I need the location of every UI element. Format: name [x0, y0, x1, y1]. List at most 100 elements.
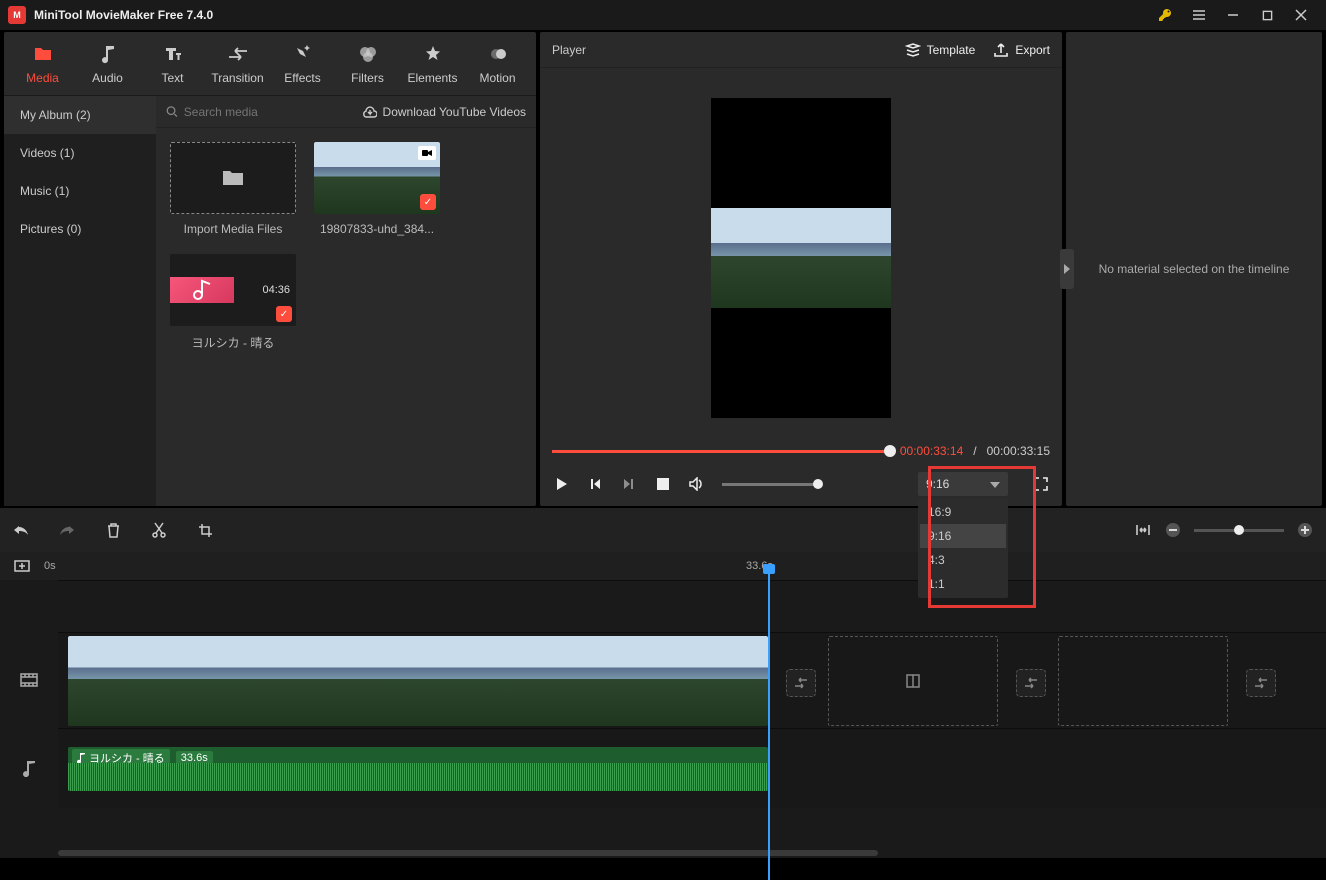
next-frame-button[interactable] — [620, 475, 638, 493]
seek-track[interactable] — [552, 450, 890, 453]
tab-text[interactable]: Text — [140, 43, 205, 85]
ratio-option-1-1[interactable]: 1:1 — [920, 572, 1006, 596]
transition-slot[interactable] — [1246, 669, 1276, 697]
filters-icon — [358, 43, 378, 65]
fullscreen-button[interactable] — [1032, 475, 1050, 493]
scrollbar-thumb[interactable] — [58, 850, 878, 856]
music-note-icon — [100, 43, 116, 65]
collapse-handle[interactable] — [1060, 249, 1074, 289]
player-controls: 9:16 16:9 9:16 4:3 1:1 — [540, 462, 1062, 506]
media-item-audio[interactable]: 04:36 ✓ ヨルシカ - 晴る — [170, 254, 296, 351]
aspect-ratio-box: 9:16 16:9 9:16 4:3 1:1 — [918, 472, 1008, 496]
media-thumb-video: ✓ — [314, 142, 440, 214]
sidebar-item-videos[interactable]: Videos (1) — [4, 134, 156, 172]
tab-label: Media — [26, 71, 59, 85]
sidebar-item-pictures[interactable]: Pictures (0) — [4, 210, 156, 248]
media-label: 19807833-uhd_384... — [314, 222, 440, 236]
properties-panel: No material selected on the timeline — [1066, 32, 1322, 506]
zoom-in-button[interactable] — [1296, 521, 1314, 539]
video-track-icon[interactable] — [0, 632, 58, 728]
tab-effects[interactable]: Effects — [270, 43, 335, 85]
close-button[interactable] — [1284, 0, 1318, 30]
download-youtube-link[interactable]: Download YouTube Videos — [363, 105, 526, 119]
import-media-tile[interactable]: Import Media Files — [170, 142, 296, 236]
play-button[interactable] — [552, 475, 570, 493]
seek-bar[interactable]: 00:00:33:14 / 00:00:33:15 — [540, 440, 1062, 462]
app-title: MiniTool MovieMaker Free 7.4.0 — [34, 8, 213, 22]
tab-elements[interactable]: Elements — [400, 43, 465, 85]
stop-button[interactable] — [654, 475, 672, 493]
menu-button[interactable] — [1182, 0, 1216, 30]
empty-clip-slot[interactable] — [828, 636, 998, 726]
overlay-track[interactable] — [58, 580, 1326, 632]
split-button[interactable] — [150, 521, 168, 539]
tracks-container: ヨルシカ - 晴る 33.6s — [0, 580, 1326, 850]
tab-audio[interactable]: Audio — [75, 43, 140, 85]
tab-label: Transition — [211, 71, 263, 85]
delete-button[interactable] — [104, 521, 122, 539]
volume-button[interactable] — [688, 475, 706, 493]
no-selection-message: No material selected on the timeline — [1099, 262, 1290, 276]
search-input[interactable] — [184, 105, 355, 119]
time-total: 00:00:33:15 — [987, 444, 1050, 458]
timeline-scrollbar[interactable] — [0, 850, 1326, 858]
tab-media[interactable]: Media — [10, 43, 75, 85]
gutter-spacer — [0, 580, 58, 632]
timeline-ruler[interactable]: 0s 33.6s — [0, 552, 1326, 580]
audio-art — [170, 277, 234, 303]
aspect-ratio-select[interactable]: 9:16 — [918, 472, 1008, 496]
template-button[interactable]: Template — [905, 42, 976, 58]
zoom-knob[interactable] — [1234, 525, 1244, 535]
ratio-option-9-16[interactable]: 9:16 — [920, 524, 1006, 548]
media-body: My Album (2) Videos (1) Music (1) Pictur… — [4, 96, 536, 506]
playhead[interactable] — [768, 566, 770, 880]
seek-knob[interactable] — [884, 445, 896, 457]
audio-clip[interactable]: ヨルシカ - 晴る 33.6s — [68, 747, 768, 791]
audio-track-icon[interactable] — [0, 728, 58, 808]
transition-slot[interactable] — [1016, 669, 1046, 697]
video-track[interactable] — [58, 632, 1326, 728]
video-clip[interactable] — [68, 636, 768, 726]
media-panel: Media Audio Text Transition Effects Filt… — [4, 32, 536, 506]
tab-transition[interactable]: Transition — [205, 43, 270, 85]
ruler-start: 0s — [44, 560, 56, 572]
maximize-button[interactable] — [1250, 0, 1284, 30]
media-item-video[interactable]: ✓ 19807833-uhd_384... — [314, 142, 440, 236]
add-track-icon[interactable] — [14, 558, 30, 574]
chevron-down-icon — [990, 477, 1000, 491]
search-box[interactable] — [166, 105, 355, 119]
transition-slot[interactable] — [786, 669, 816, 697]
tab-filters[interactable]: Filters — [335, 43, 400, 85]
volume-slider[interactable] — [722, 483, 818, 486]
folder-icon — [221, 168, 245, 188]
ratio-option-16-9[interactable]: 16:9 — [920, 500, 1006, 524]
template-icon — [905, 42, 921, 58]
fit-timeline-button[interactable] — [1134, 521, 1152, 539]
export-button[interactable]: Export — [993, 42, 1050, 58]
music-note-icon — [189, 277, 215, 303]
download-label: Download YouTube Videos — [383, 105, 526, 119]
volume-knob[interactable] — [813, 479, 823, 489]
timeline-toolbar — [0, 508, 1326, 552]
prev-frame-button[interactable] — [586, 475, 604, 493]
player-panel: Player Template Export 00:00:33:14 / 00:… — [540, 32, 1062, 506]
tab-motion[interactable]: Motion — [465, 43, 530, 85]
redo-button[interactable] — [58, 521, 76, 539]
player-preview[interactable] — [711, 98, 891, 418]
tab-label: Filters — [351, 71, 384, 85]
zoom-slider[interactable] — [1194, 529, 1284, 532]
audio-track[interactable]: ヨルシカ - 晴る 33.6s — [58, 728, 1326, 808]
sidebar-item-music[interactable]: Music (1) — [4, 172, 156, 210]
crop-button[interactable] — [196, 521, 214, 539]
license-key-button[interactable] — [1148, 0, 1182, 30]
tracks[interactable]: ヨルシカ - 晴る 33.6s — [58, 580, 1326, 850]
zoom-out-button[interactable] — [1164, 521, 1182, 539]
tab-label: Motion — [479, 71, 515, 85]
titlebar: M MiniTool MovieMaker Free 7.4.0 — [0, 0, 1326, 30]
empty-clip-slot[interactable] — [1058, 636, 1228, 726]
ratio-option-4-3[interactable]: 4:3 — [920, 548, 1006, 572]
minimize-button[interactable] — [1216, 0, 1250, 30]
sidebar-item-album[interactable]: My Album (2) — [4, 96, 156, 134]
undo-button[interactable] — [12, 521, 30, 539]
media-thumb-audio: 04:36 ✓ — [170, 254, 296, 326]
